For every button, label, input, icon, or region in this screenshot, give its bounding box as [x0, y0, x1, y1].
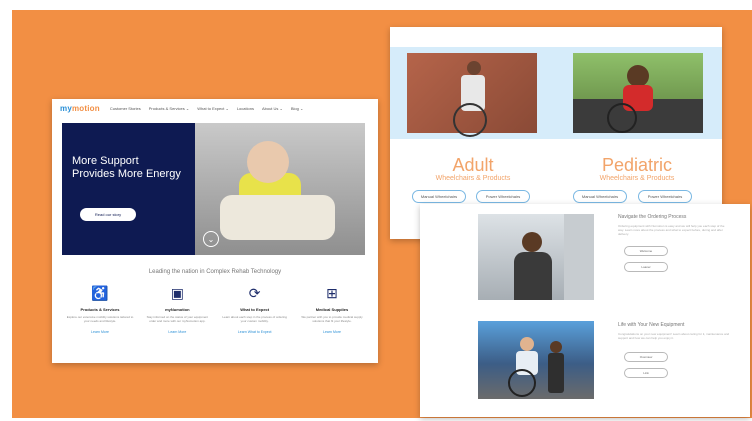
outdoor-wheel: [508, 369, 536, 397]
card-mynumotion: ▣ myNumotion Stay informed on the status…: [143, 285, 211, 334]
card-title: Products & Services: [80, 307, 120, 312]
card-text: We partner with you to provide medical s…: [301, 315, 363, 323]
card-medical-supplies: ⊞ Medical Supplies We partner with you t…: [298, 285, 366, 334]
man-head: [520, 337, 534, 351]
section2-button-1[interactable]: Overview: [624, 352, 668, 362]
numotion-logo[interactable]: mymotion: [60, 104, 100, 113]
chevron-down-icon[interactable]: ⌄: [203, 231, 219, 247]
hero-child-face: [247, 141, 289, 183]
woman-head: [522, 232, 542, 252]
outdoor-wheelchair-photo: [478, 321, 594, 399]
card-link[interactable]: Learn More: [66, 330, 134, 334]
pediatric-wheel: [607, 103, 637, 133]
section1-button-2[interactable]: Loaner: [624, 262, 668, 272]
hero-text-panel: More Support Provides More Energy Read o…: [62, 123, 195, 255]
card-text: Stay informed on the status of your equi…: [146, 315, 209, 323]
wheelchair-icon: ♿: [91, 285, 109, 301]
nav-about-us[interactable]: About Us ⌄: [262, 106, 283, 111]
pediatric-manual-button[interactable]: Manual Wheelchairs: [573, 190, 627, 203]
section1-button-1[interactable]: Welcome: [624, 246, 668, 256]
pediatric-title: Pediatric: [601, 155, 673, 175]
office-window: [564, 214, 594, 300]
card-link[interactable]: Learn More: [298, 330, 366, 334]
adult-wheelchair-photo: [407, 53, 537, 137]
adult-manual-button[interactable]: Manual Wheelchairs: [412, 190, 466, 203]
adult-wheel: [453, 103, 487, 137]
woman2-head: [550, 341, 562, 353]
pediatric-wheelchair-photo: [573, 53, 703, 133]
read-story-button[interactable]: Read our story: [80, 208, 136, 221]
card-title: myNumotion: [165, 307, 190, 312]
circle-arrows-icon: ⟳: [248, 285, 261, 301]
section2-heading: Life with Your New Equipment: [618, 322, 685, 328]
hero-title: More Support Provides More Energy: [72, 155, 181, 180]
adult-title: Adult: [452, 155, 494, 175]
card-text: Learn about each step in the process of …: [222, 315, 287, 323]
section1-heading: Navigate the Ordering Process: [618, 214, 687, 220]
card-title: What to Expect: [240, 307, 270, 312]
ordering-process-screenshot: Navigate the Ordering Process Ordering e…: [420, 204, 750, 417]
adult-power-button[interactable]: Power Wheelchairs: [476, 190, 530, 203]
woman-phone-photo: [478, 214, 594, 300]
hero-chair-tray: [220, 195, 335, 240]
section2-button-2[interactable]: Link: [624, 368, 668, 378]
woman-body: [514, 252, 552, 300]
hero-photo: ⌄: [195, 123, 365, 255]
adult-person-head: [467, 61, 481, 75]
section1-text: Ordering equipment with Numotion is easy…: [618, 224, 725, 236]
nav-products-services[interactable]: Products & Services ⌄: [149, 106, 189, 111]
adult-subtitle: Wheelchairs & Products: [435, 175, 511, 182]
pediatric-power-button[interactable]: Power Wheelchairs: [638, 190, 692, 203]
homepage-screenshot: mymotion Customer Stories Products & Ser…: [52, 99, 378, 363]
logo-prefix: my: [60, 103, 72, 113]
nav-customer-stories[interactable]: Customer Stories: [110, 106, 141, 111]
card-title: Medical Supplies: [315, 307, 349, 312]
nav-what-to-expect[interactable]: What to Expect ⌄: [197, 106, 229, 111]
monitor-icon: ▣: [170, 285, 184, 301]
pediatric-child-head: [627, 65, 649, 87]
woman2-body: [548, 353, 564, 393]
hero-banner: More Support Provides More Energy Read o…: [62, 123, 365, 255]
top-navigation: mymotion Customer Stories Products & Ser…: [52, 99, 378, 117]
card-link[interactable]: Learn What to Expect: [221, 330, 289, 334]
leading-tagline: Leading the nation in Complex Rehab Tech…: [148, 269, 282, 275]
card-what-to-expect: ⟳ What to Expect Learn about each step i…: [221, 285, 289, 334]
pediatric-subtitle: Wheelchairs & Products: [599, 175, 675, 182]
card-text: Explore our extensive mobility solutions…: [66, 315, 134, 323]
feature-cards: ♿ Products & Services Explore our extens…: [66, 285, 366, 334]
nav-blog[interactable]: Blog ⌄: [291, 106, 303, 111]
logo-main: motion: [71, 103, 100, 113]
box-icon: ⊞: [326, 285, 338, 301]
section2-text: Congratulations on your new equipment! L…: [618, 332, 730, 340]
card-products-services: ♿ Products & Services Explore our extens…: [66, 285, 134, 334]
card-link[interactable]: Learn More: [143, 330, 211, 334]
nav-locations[interactable]: Locations: [237, 106, 254, 111]
